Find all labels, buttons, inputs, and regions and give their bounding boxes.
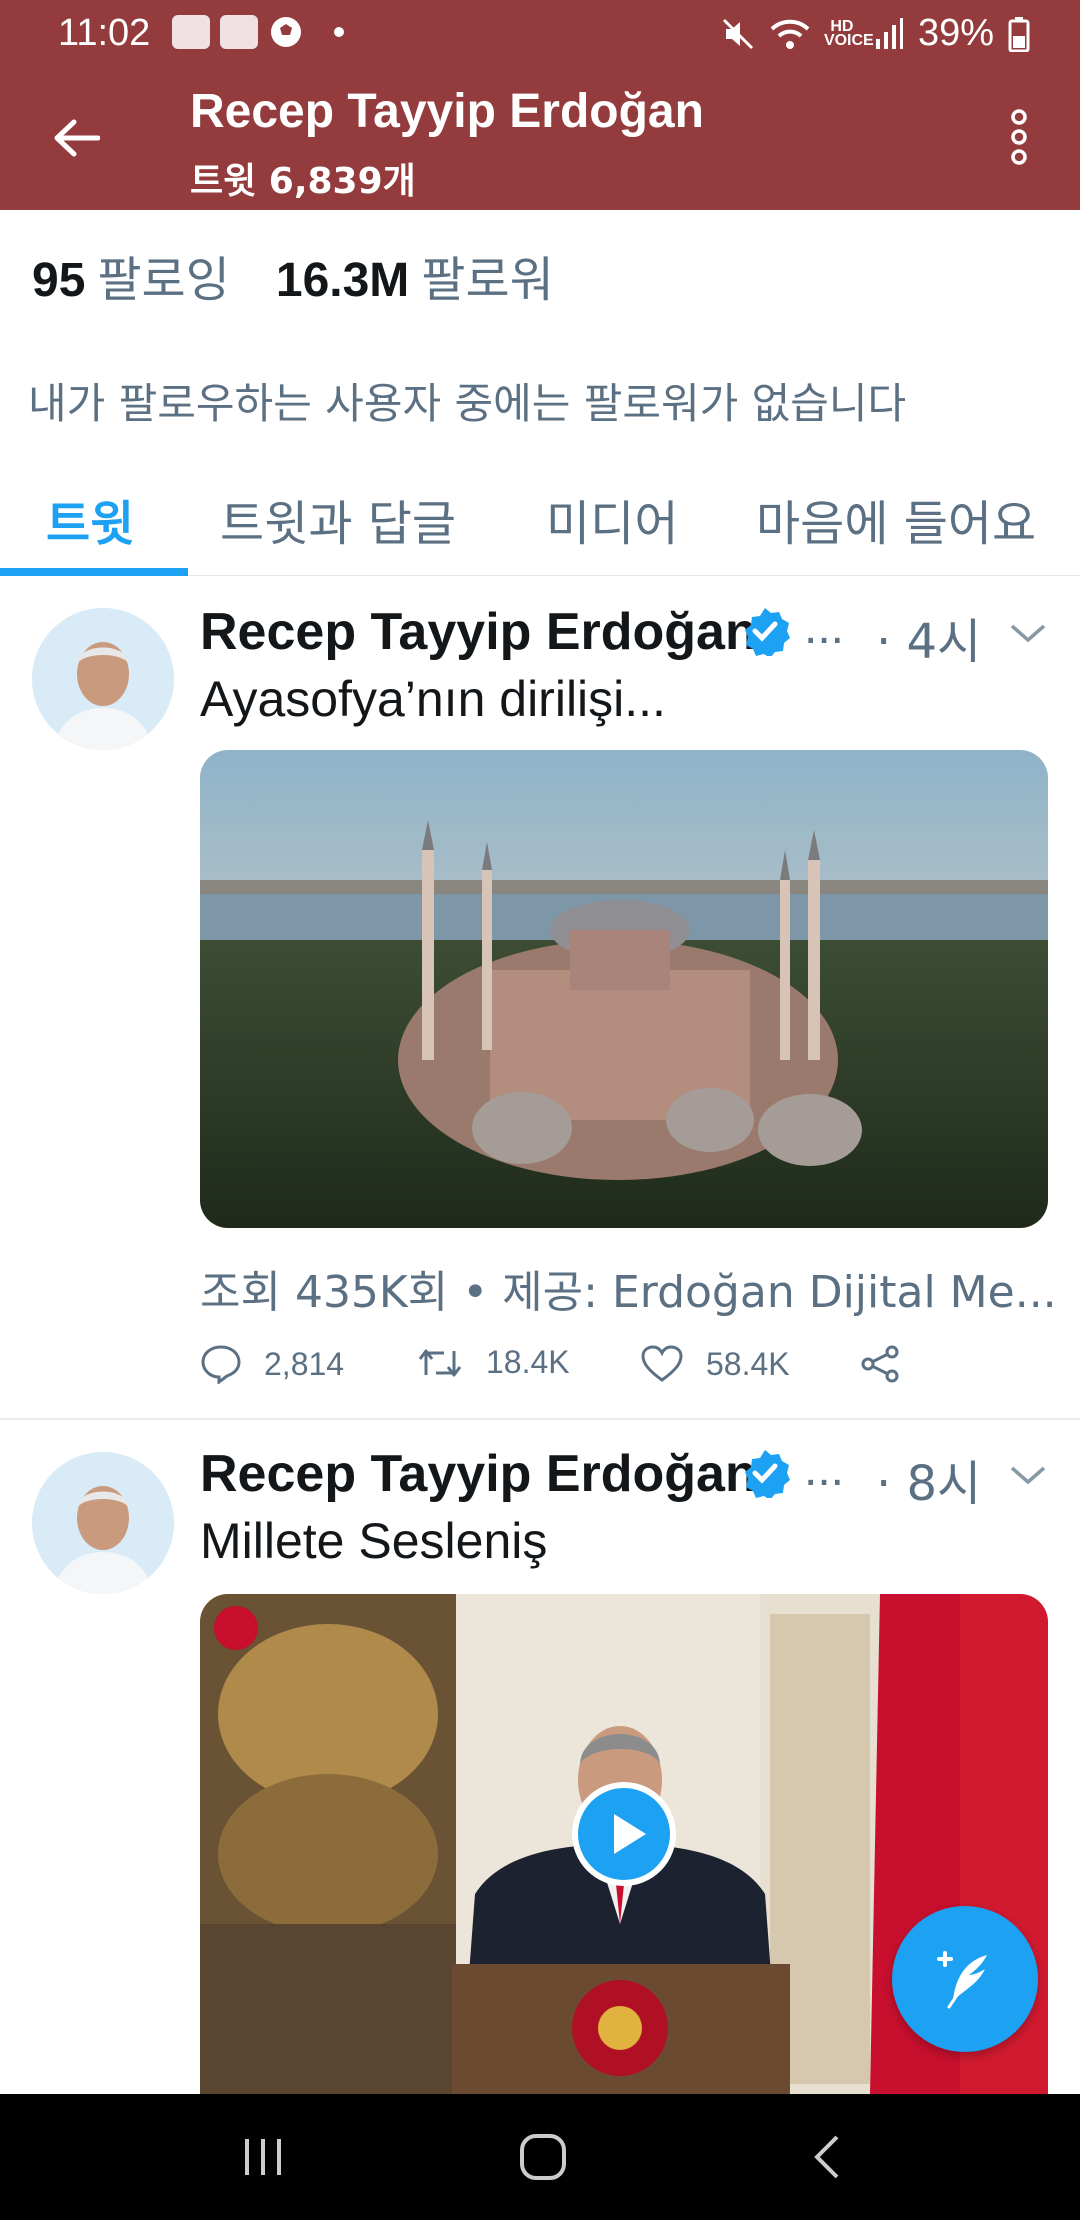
- reply-icon: [201, 1345, 241, 1384]
- tweet-count: 트윗 6,839개: [190, 161, 416, 202]
- avatar-image: [32, 1452, 174, 1594]
- tweet-text: Ayasofya’nın dirilişi...: [200, 671, 666, 727]
- home-icon: [520, 2134, 566, 2180]
- more-options-button[interactable]: [994, 102, 1044, 172]
- signal-icon: [875, 17, 903, 49]
- heart-icon: [641, 1345, 683, 1382]
- retweet-icon: [418, 1349, 462, 1376]
- status-right: HD VOICE 39%: [720, 12, 1030, 55]
- tweet[interactable]: Recep Tayyip Erdoğan ... · 4시 Ayasofya’n…: [0, 578, 1080, 1418]
- share-button[interactable]: [858, 1344, 902, 1384]
- recent-apps-icon: [245, 2139, 281, 2175]
- tab-tweets[interactable]: 트윗: [46, 484, 134, 554]
- status-bar: 11:02 HD VOICE 39%: [0, 0, 1080, 66]
- reply-button[interactable]: 2,814: [200, 1344, 344, 1384]
- like-count: 58.4K: [706, 1345, 790, 1382]
- system-navigation-bar: [0, 2094, 1080, 2220]
- battery-percent: 39%: [917, 12, 994, 54]
- app-top-bar: 11:02 HD VOICE 39% Recep Tayyip Erdoğan …: [0, 0, 1080, 210]
- header-title: Recep Tayyip Erdoğan: [190, 85, 704, 138]
- tab-tweets-replies[interactable]: 트윗과 답글: [220, 484, 456, 554]
- followers-label: 팔로워: [421, 252, 554, 308]
- status-time: 11:02: [58, 12, 151, 54]
- battery-icon: [1008, 16, 1030, 52]
- following-link[interactable]: 95 팔로잉: [32, 240, 230, 310]
- chevron-down-icon[interactable]: [1008, 618, 1048, 648]
- follow-stats: 95 팔로잉 16.3M 팔로워: [32, 240, 554, 310]
- share-icon: [861, 1345, 899, 1383]
- system-back-button[interactable]: [792, 2124, 862, 2190]
- like-button[interactable]: 58.4K: [640, 1344, 790, 1384]
- avatar-image: [32, 608, 174, 750]
- back-button[interactable]: [44, 106, 108, 170]
- retweet-count: 18.4K: [486, 1344, 570, 1380]
- reply-count: 2,814: [264, 1345, 345, 1382]
- author-handle-truncated: ...: [804, 1443, 845, 1496]
- retweet-button[interactable]: 18.4K: [416, 1344, 570, 1381]
- compose-tweet-button[interactable]: [892, 1906, 1038, 2052]
- verified-badge-icon: [745, 608, 790, 656]
- tweet-author-name[interactable]: Recep Tayyip Erdoğan: [200, 602, 757, 662]
- tweet-actions: 2,814 18.4K 58.4K: [200, 1344, 960, 1404]
- author-handle-truncated: ...: [804, 601, 845, 654]
- arrow-left-icon: [54, 119, 100, 157]
- mute-icon: [722, 18, 753, 49]
- avatar[interactable]: [32, 1452, 174, 1594]
- following-count: 95: [32, 254, 86, 307]
- avatar[interactable]: [32, 608, 174, 750]
- more-vertical-icon: [1011, 109, 1027, 165]
- home-button[interactable]: [508, 2124, 578, 2190]
- play-icon: [614, 1814, 646, 1854]
- youtube-icon: [172, 15, 210, 49]
- more-notifications-dot: [334, 27, 344, 37]
- soccer-ball-icon: [271, 17, 301, 47]
- following-label: 팔로잉: [97, 252, 230, 308]
- followers-count: 16.3M: [275, 254, 410, 307]
- notification-icons: [172, 14, 344, 50]
- tweet-author-name[interactable]: Recep Tayyip Erdoğan: [200, 1444, 757, 1504]
- compose-feather-icon: [937, 1951, 987, 2009]
- tweet-time: · 8시: [876, 1456, 982, 1512]
- wifi-icon: [770, 19, 810, 49]
- play-video-button[interactable]: [572, 1782, 676, 1886]
- hd-voice-label: HD VOICE: [823, 17, 874, 49]
- gmail-icon: [220, 15, 258, 49]
- tab-media[interactable]: 미디어: [546, 484, 678, 554]
- tweet-text: Millete Sesleniş: [200, 1513, 548, 1569]
- tab-likes[interactable]: 마음에 들어요: [756, 484, 1036, 554]
- chevron-left-icon: [814, 2135, 839, 2179]
- video-view-info: 조회 435K회 • 제공: Erdoğan Dijital Me...: [200, 1267, 1057, 1318]
- active-tab-indicator: [0, 568, 188, 576]
- tweet-video-thumbnail[interactable]: [200, 750, 1048, 1228]
- hagia-sophia-image: [200, 750, 1048, 1228]
- tweet-time: · 4시: [876, 614, 982, 670]
- profile-header: Recep Tayyip Erdoğan 트윗 6,839개: [0, 66, 1080, 210]
- verified-badge-icon: [745, 1450, 790, 1498]
- profile-tabs: 트윗 트윗과 답글 미디어 마음에 들어요: [0, 460, 1080, 576]
- chevron-down-icon[interactable]: [1008, 1460, 1048, 1490]
- recent-apps-button[interactable]: [228, 2124, 298, 2190]
- mutual-followers-note: 내가 팔로우하는 사용자 중에는 팔로워가 없습니다: [28, 379, 907, 428]
- followers-link[interactable]: 16.3M 팔로워: [276, 240, 554, 310]
